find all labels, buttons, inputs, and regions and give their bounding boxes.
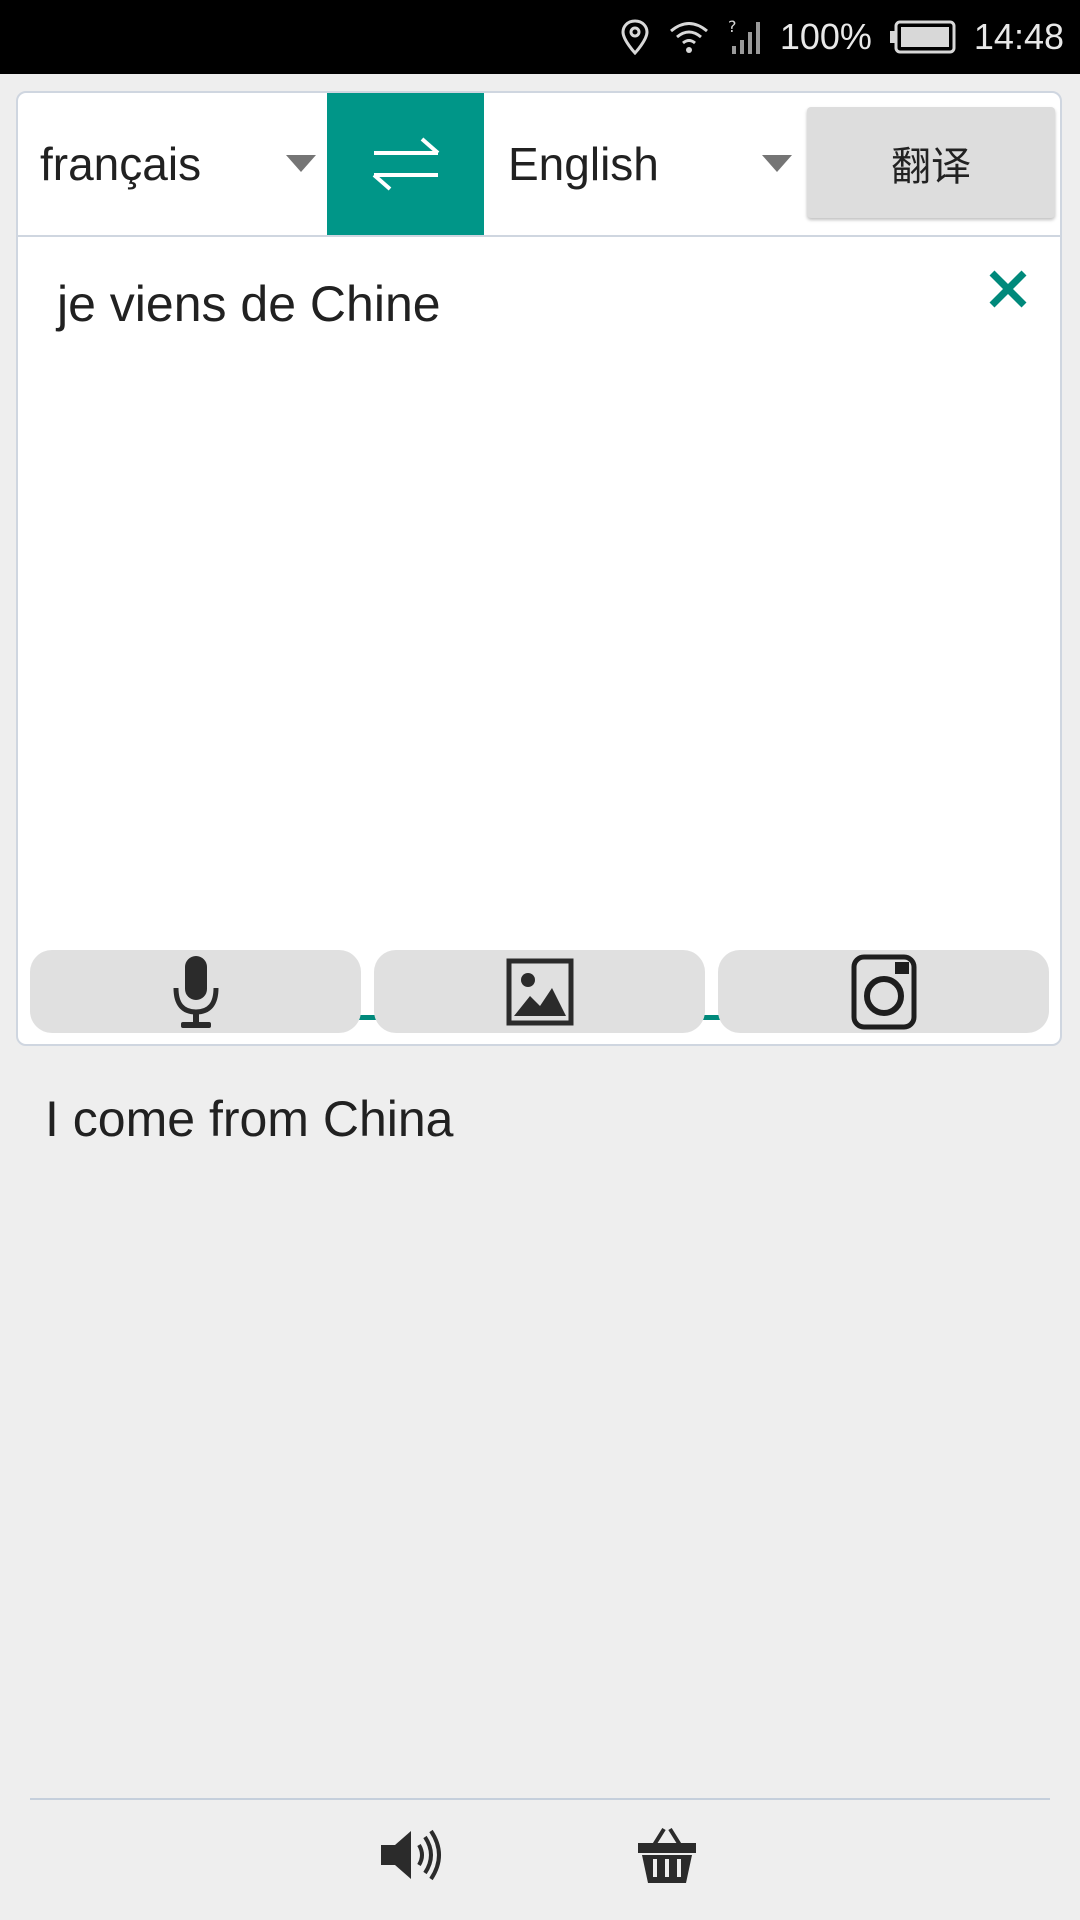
translation-card: français English 翻译 je viens de Chine [16, 91, 1062, 1046]
clear-button[interactable] [978, 259, 1038, 319]
translation-output: I come from China [45, 1091, 454, 1147]
input-text[interactable]: je viens de Chine [57, 275, 441, 333]
voice-input-button[interactable] [30, 950, 361, 1033]
target-language-label: English [508, 138, 659, 190]
camera-icon [851, 954, 916, 1029]
battery-percent: 100% [779, 16, 872, 57]
translate-button[interactable]: 翻译 [807, 107, 1055, 218]
status-bar: ? 100% 14:48 [0, 0, 1080, 74]
target-language-select[interactable]: English [508, 93, 808, 235]
basket-icon [638, 1827, 696, 1883]
divider [30, 1798, 1050, 1800]
source-language-label: français [40, 138, 202, 190]
input-area[interactable]: je viens de Chine [18, 237, 1060, 1027]
speak-button[interactable] [372, 1820, 452, 1890]
image-icon [506, 958, 573, 1025]
close-icon [989, 270, 1027, 308]
wifi-icon [668, 19, 710, 55]
language-bar: français English 翻译 [18, 93, 1060, 237]
speaker-icon [381, 1829, 441, 1881]
camera-input-button[interactable] [718, 950, 1049, 1033]
swap-languages-button[interactable] [327, 93, 484, 235]
chevron-down-icon [762, 155, 792, 172]
microphone-icon [173, 955, 218, 1028]
location-icon [620, 19, 650, 55]
svg-text:?: ? [728, 18, 737, 36]
image-input-button[interactable] [374, 950, 705, 1033]
status-icons: ? 100% 14:48 [620, 0, 1064, 74]
swap-icon [372, 137, 439, 191]
chevron-down-icon [286, 155, 316, 172]
cell-signal-icon: ? [728, 18, 762, 56]
clock: 14:48 [973, 16, 1064, 57]
battery-icon [889, 20, 956, 54]
basket-button[interactable] [627, 1820, 707, 1890]
source-language-select[interactable]: français [40, 93, 332, 235]
